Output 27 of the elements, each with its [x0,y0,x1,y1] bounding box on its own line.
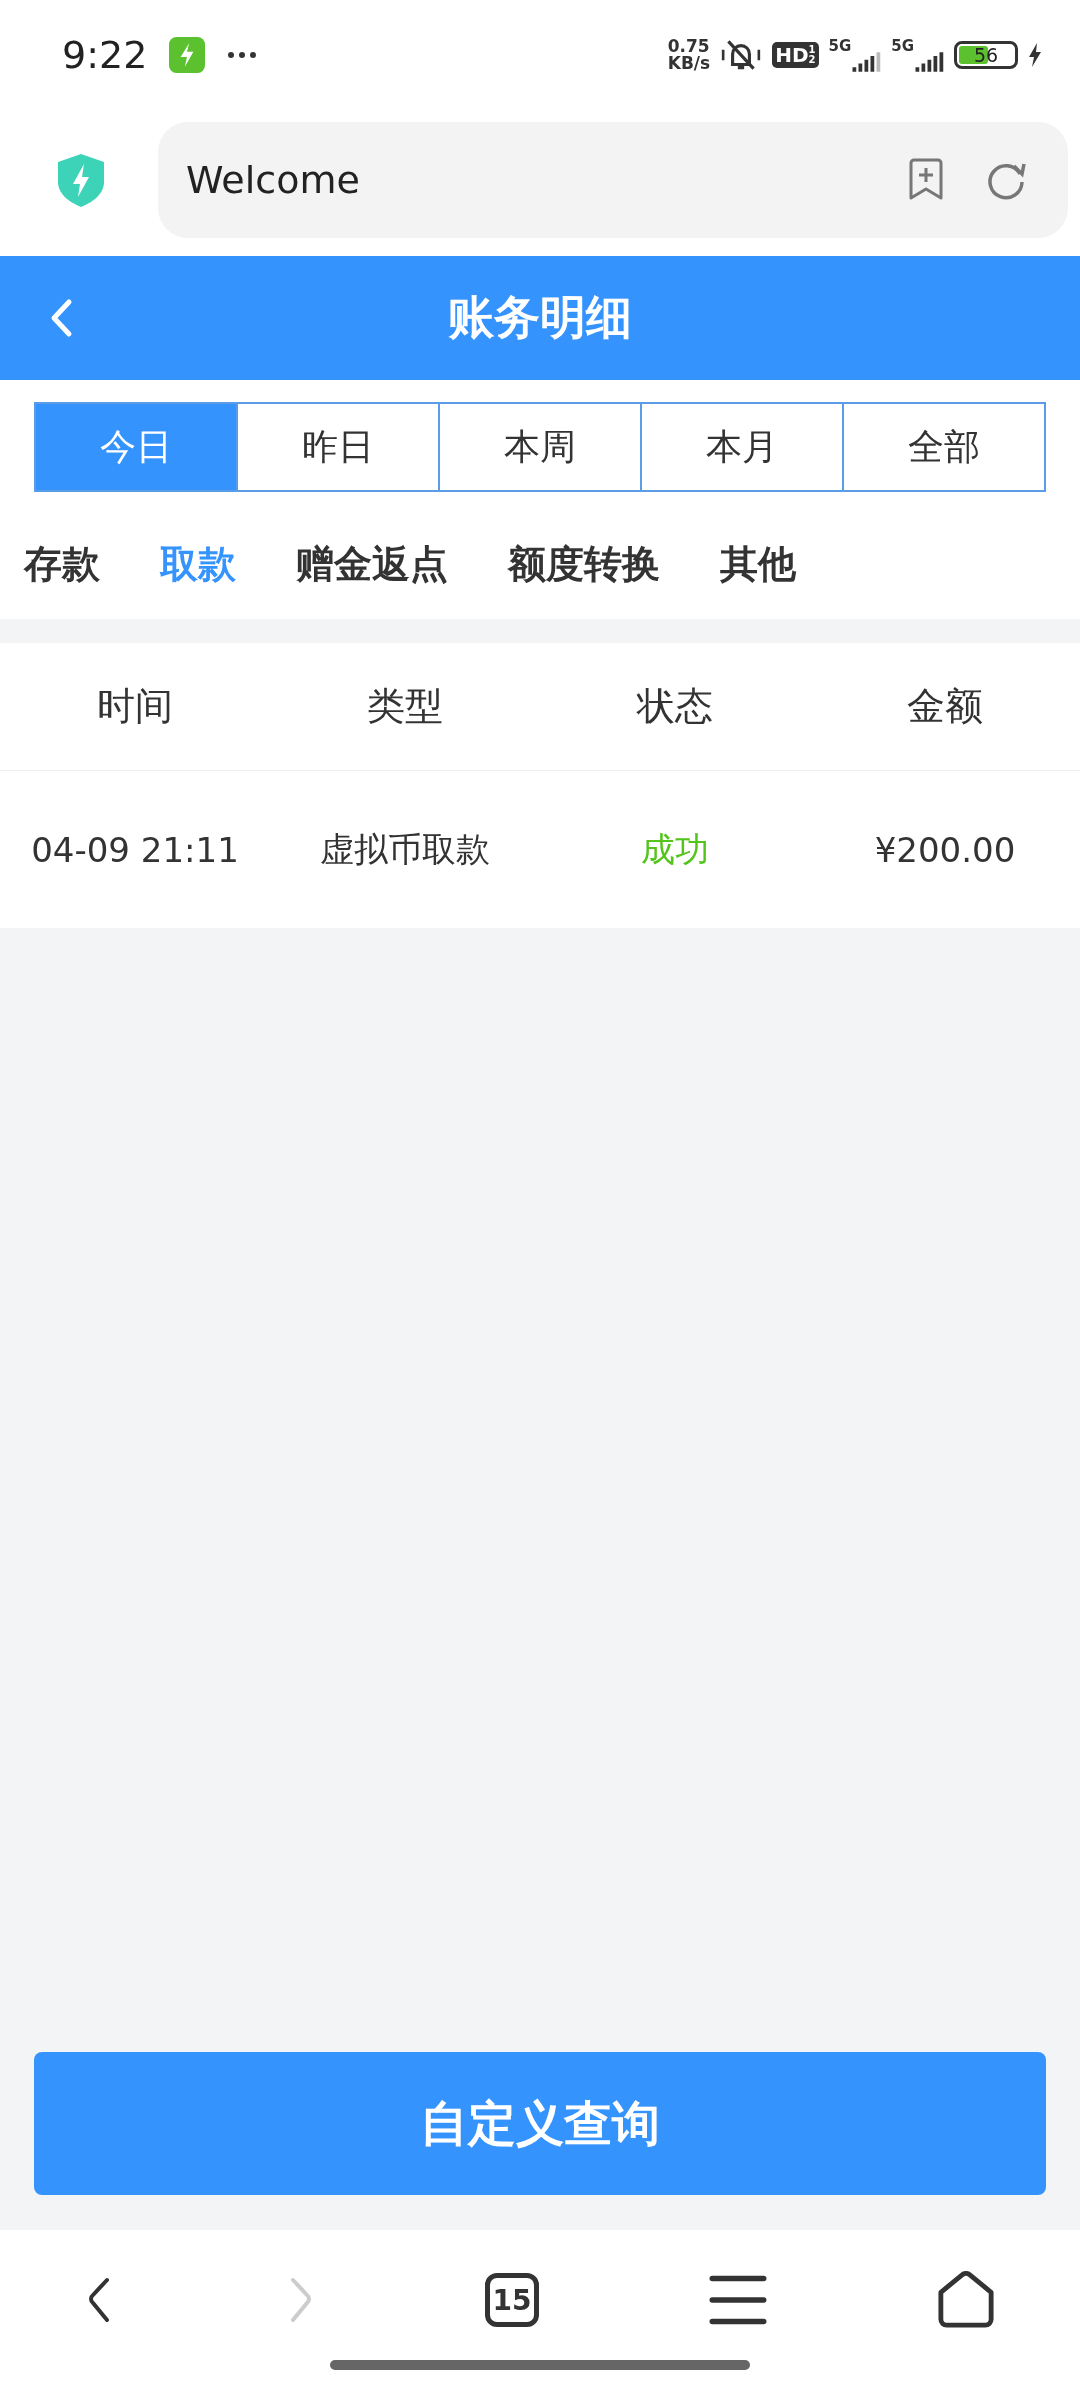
category-tab[interactable]: 额度转换 [508,539,660,590]
table-cell-text: 虚拟币取款 [319,827,491,871]
bolt-app-icon [169,37,206,73]
more-icon [227,51,258,59]
muted-bell-icon [720,37,763,73]
clock-time: 9:22 [62,33,148,77]
network-label: 5G [828,37,852,55]
category-tab[interactable]: 存款 [24,539,100,590]
home-icon[interactable] [937,2271,995,2329]
network-label: 5G [891,37,914,55]
status-cell-text: 成功 [640,827,710,871]
table-cell-text: ¥200.00 [873,829,1017,870]
column-header: 类型 [366,683,444,730]
tabs-count-icon[interactable]: 15 [485,2273,539,2327]
address-bar[interactable]: Welcome [158,122,1068,238]
shield-icon [56,152,106,208]
column-header: 状态 [635,683,714,730]
speed-value: 0.75 [667,38,711,55]
speed-unit: KB/s [667,55,711,72]
page-title: 账务明细 [448,289,632,346]
table-cell-text: 04-09 21:11 [30,829,240,870]
category-tab[interactable]: 赠金返点 [296,539,448,590]
column-header: 时间 [96,683,174,730]
category-tab[interactable]: 其他 [720,539,796,590]
column-header: 金额 [906,683,984,730]
signal-icon [914,51,944,73]
signal-icon [851,51,882,73]
